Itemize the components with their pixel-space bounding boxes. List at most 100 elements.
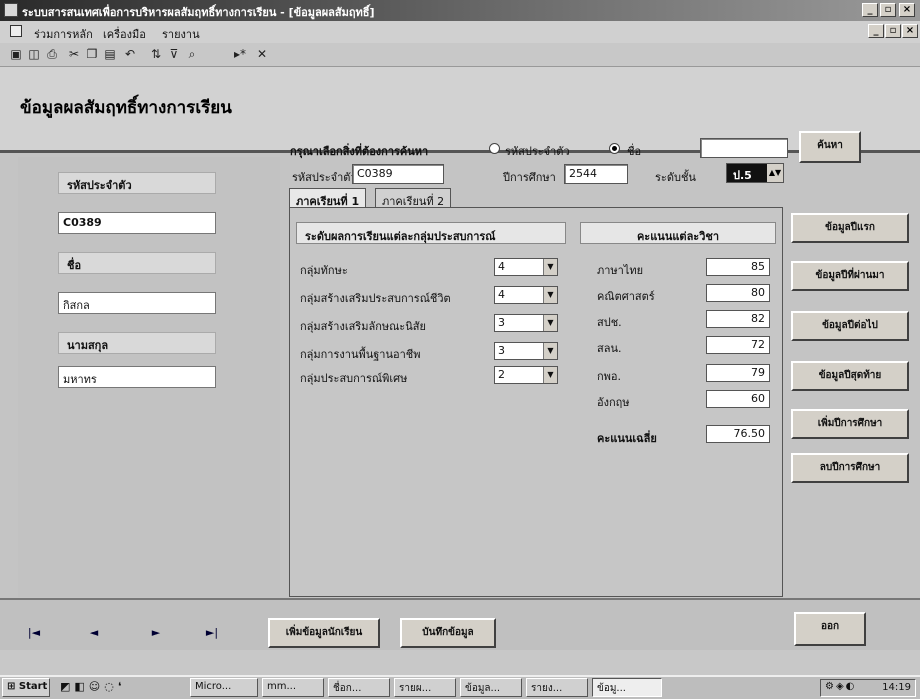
- search-button[interactable]: ค้นหา: [799, 131, 861, 163]
- toolbar: ▣ ◫ ⎙ ✂ ❐ ▤ ↶ ⇅ ⊽ ⌕ ▸* ✕: [0, 43, 920, 67]
- delete-year-button[interactable]: ลบปีการศึกษา: [791, 453, 909, 483]
- group-grade-3[interactable]: 3 ▼: [494, 314, 558, 332]
- score-label-sln: สลน.: [597, 342, 622, 355]
- add-year-button[interactable]: เพิ่มปีการศึกษา: [791, 409, 909, 439]
- group-grade-2[interactable]: 4 ▼: [494, 286, 558, 304]
- first-record-icon[interactable]: |◄: [22, 625, 46, 645]
- score-label-english: อังกฤษ: [597, 396, 630, 409]
- group-label-3: กลุ่มสร้างเสริมลักษณะนิสัย: [300, 320, 426, 333]
- find-icon[interactable]: ⌕: [184, 47, 200, 62]
- group-label-5: กลุ่มประสบการณ์พิเศษ: [300, 372, 408, 385]
- print-preview-icon[interactable]: ◫: [26, 47, 42, 62]
- surname-field[interactable]: มหาทร: [58, 366, 216, 388]
- taskbar-item-1[interactable]: Micro...: [190, 678, 258, 697]
- taskbar-item-2[interactable]: mm...: [262, 678, 324, 697]
- score-math[interactable]: 80: [706, 284, 770, 302]
- taskbar-item-7[interactable]: ข้อมู...: [592, 678, 662, 697]
- dropdown-arrow-icon[interactable]: ▼: [543, 287, 557, 303]
- maximize-button[interactable]: ▫: [880, 3, 896, 17]
- title-bar: ระบบสารสนเทศเพื่อการบริหารผลสัมฤทธิ์ทางก…: [0, 0, 920, 21]
- close-button[interactable]: ×: [899, 3, 915, 17]
- cut-icon[interactable]: ✂: [66, 47, 82, 62]
- exit-button[interactable]: ออก: [794, 612, 866, 646]
- app-icon[interactable]: [4, 3, 18, 17]
- previous-year-button[interactable]: ข้อมูลปีที่ผ่านมา: [791, 261, 909, 291]
- group-grade-4[interactable]: 3 ▼: [494, 342, 558, 360]
- sort-icon[interactable]: ⇅: [148, 47, 164, 62]
- search-prompt: กรุณาเลือกสิ่งที่ต้องการค้นหา: [290, 145, 429, 158]
- start-label: Start: [18, 681, 48, 692]
- next-year-button[interactable]: ข้อมูลปีต่อไป: [791, 311, 909, 341]
- copy-icon[interactable]: ❐: [84, 47, 100, 62]
- taskbar-item-4[interactable]: รายผ...: [394, 678, 456, 697]
- menu-reports[interactable]: รายงาน: [162, 25, 200, 43]
- name-field[interactable]: กิสกล: [58, 292, 216, 314]
- last-record-icon[interactable]: ►|: [200, 625, 224, 645]
- windows-logo-icon: ⊞: [7, 681, 16, 692]
- taskbar-item-3[interactable]: ชื่อก...: [328, 678, 390, 697]
- year-field[interactable]: 2544: [564, 164, 628, 184]
- search-by-id-label: รหัสประจำตัว: [505, 145, 570, 158]
- print-icon[interactable]: ⎙: [44, 47, 60, 62]
- save-icon[interactable]: ▣: [8, 47, 24, 62]
- dropdown-arrow-icon[interactable]: ▼: [543, 367, 557, 383]
- score-label-spc: สปช.: [597, 316, 622, 329]
- level-combo[interactable]: ป.5 ▲▼: [726, 163, 784, 183]
- next-record-icon[interactable]: ►: [144, 625, 168, 645]
- dropdown-arrow-icon[interactable]: ▼: [543, 259, 557, 275]
- paste-icon[interactable]: ▤: [102, 47, 118, 62]
- start-button[interactable]: ⊞ Start: [2, 678, 50, 697]
- tab-semester-1[interactable]: ภาคเรียนที่ 1: [289, 188, 367, 208]
- search-input[interactable]: [700, 138, 788, 158]
- score-spc[interactable]: 82: [706, 310, 770, 328]
- search-by-id-radio[interactable]: [489, 143, 500, 154]
- filter-icon[interactable]: ⊽: [166, 47, 182, 62]
- score-label-thai: ภาษาไทย: [597, 264, 644, 277]
- menu-tools[interactable]: เครื่องมือ: [103, 25, 146, 43]
- search-by-name-radio[interactable]: [609, 143, 620, 154]
- clock: 14:19: [882, 682, 911, 693]
- previous-record-icon[interactable]: ◄: [82, 625, 106, 645]
- minimize-button[interactable]: _: [862, 3, 878, 17]
- tray-icons[interactable]: ⚙◈◐: [825, 681, 856, 692]
- student-id-field[interactable]: C0389: [58, 212, 216, 234]
- save-button[interactable]: บันทึกข้อมูล: [400, 618, 496, 648]
- child-minimize-button[interactable]: _: [868, 24, 884, 38]
- form-menu-icon[interactable]: [10, 25, 22, 37]
- dropdown-arrow-icon[interactable]: ▼: [543, 343, 557, 359]
- group-grade-1[interactable]: 4 ▼: [494, 258, 558, 276]
- undo-icon[interactable]: ↶: [122, 47, 138, 62]
- taskbar-item-6[interactable]: รายง...: [526, 678, 588, 697]
- level-spinner-icon[interactable]: ▲▼: [767, 164, 783, 182]
- score-kpo[interactable]: 79: [706, 364, 770, 382]
- tab-semester-2[interactable]: ภาคเรียนที่ 2: [375, 188, 452, 208]
- group-label-2: กลุ่มสร้างเสริมประสบการณ์ชีวิต: [300, 292, 451, 305]
- score-thai[interactable]: 85: [706, 258, 770, 276]
- delete-record-icon[interactable]: ✕: [254, 47, 270, 62]
- groups-title: ระดับผลการเรียนแต่ละกลุ่มประสบการณ์: [296, 222, 566, 244]
- score-label-kpo: กพอ.: [597, 370, 622, 383]
- group-grade-5[interactable]: 2 ▼: [494, 366, 558, 384]
- new-record-icon[interactable]: ▸*: [232, 47, 248, 62]
- last-year-button[interactable]: ข้อมูลปีสุดท้าย: [791, 361, 909, 391]
- child-restore-button[interactable]: ▫: [885, 24, 901, 38]
- search-by-name-label: ชื่อ: [627, 145, 642, 158]
- name-label: ชื่อ: [58, 252, 216, 274]
- score-english[interactable]: 60: [706, 390, 770, 408]
- taskbar-item-5[interactable]: ข้อมูล...: [460, 678, 522, 697]
- dropdown-arrow-icon[interactable]: ▼: [543, 315, 557, 331]
- group-label-1: กลุ่มทักษะ: [300, 264, 348, 277]
- window-title: ระบบสารสนเทศเพื่อการบริหารผลสัมฤทธิ์ทางก…: [22, 6, 375, 19]
- group-grade-4-value: 3: [498, 344, 505, 357]
- first-year-button[interactable]: ข้อมูลปีแรก: [791, 213, 909, 243]
- average-score[interactable]: 76.50: [706, 425, 770, 443]
- quick-launch-icons[interactable]: ◩◧☺◌❛: [60, 680, 180, 696]
- add-student-button[interactable]: เพิ่มข้อมูลนักเรียน: [268, 618, 380, 648]
- child-close-button[interactable]: ×: [902, 24, 918, 38]
- level-label: ระดับชั้น: [655, 171, 696, 184]
- menu-bar: ร่วมการหลัก เครื่องมือ รายงาน _ ▫ ×: [0, 21, 920, 43]
- menu-main[interactable]: ร่วมการหลัก: [34, 25, 93, 43]
- year-label: ปีการศึกษา: [503, 171, 556, 184]
- record-id-field[interactable]: C0389: [352, 164, 444, 184]
- score-sln[interactable]: 72: [706, 336, 770, 354]
